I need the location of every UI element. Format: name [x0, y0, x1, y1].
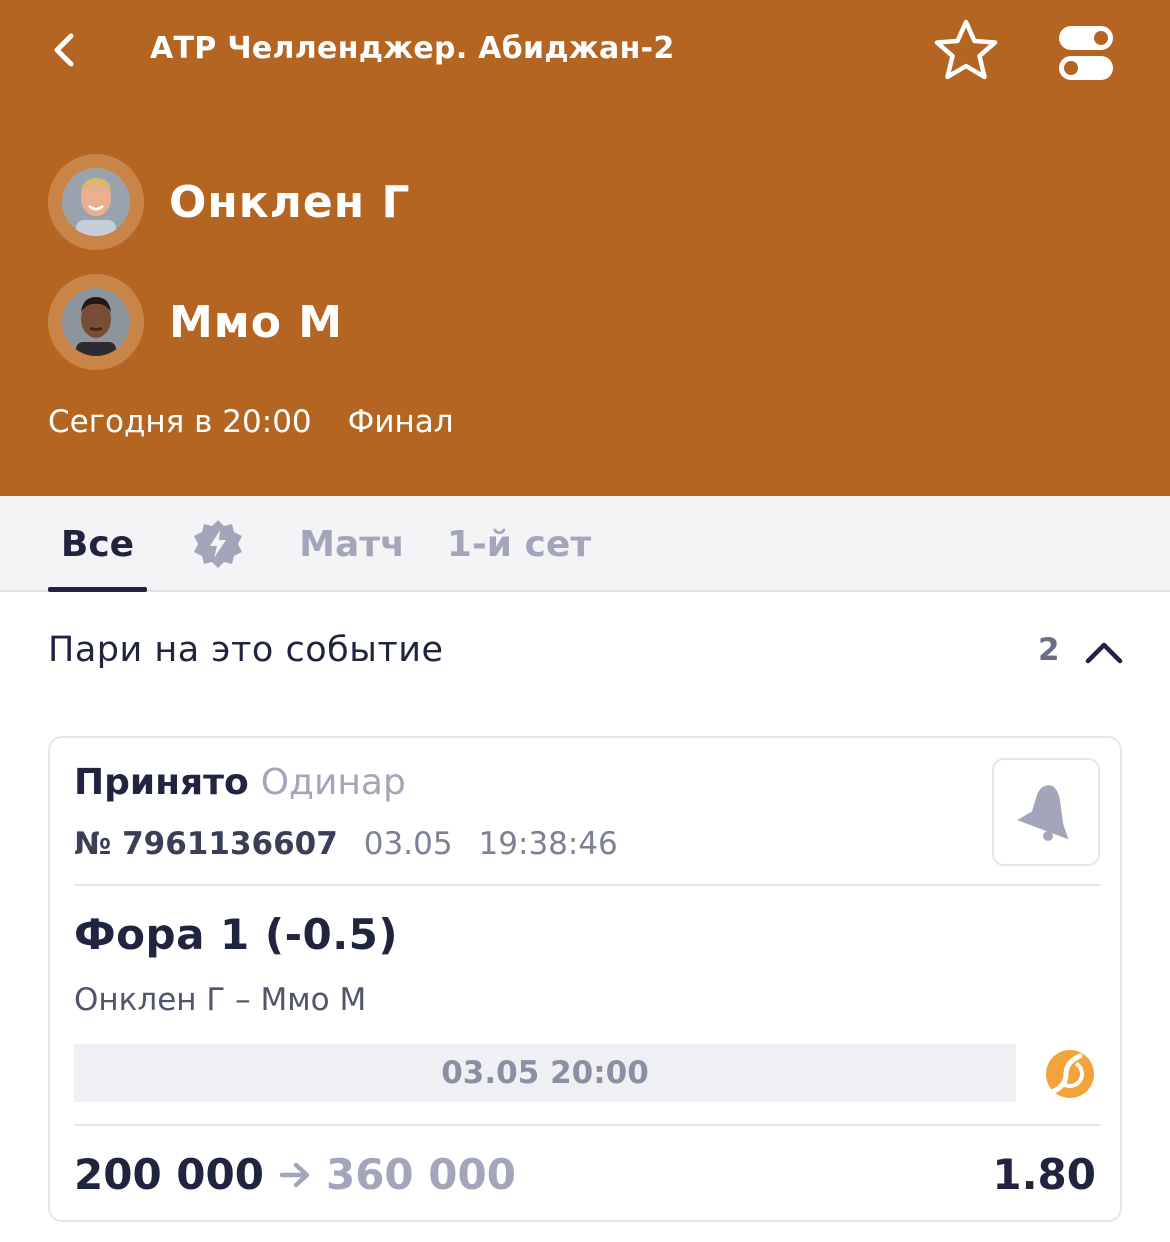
market-tabs: Все Матч 1-й сет — [0, 496, 1170, 592]
section-title: Пари на это событие — [48, 630, 444, 670]
settings-toggle-button[interactable] — [1056, 22, 1116, 84]
bet-status: Принято — [74, 762, 249, 803]
match-stage: Финал — [347, 404, 454, 440]
collapse-button[interactable] — [1082, 630, 1126, 674]
player-photo-icon — [62, 288, 130, 356]
favorite-button[interactable] — [930, 16, 1002, 84]
bet-date: 03.05 — [363, 826, 453, 862]
match-meta: Сегодня в 20:00 Финал — [48, 404, 454, 440]
lightning-badge-icon — [194, 520, 242, 568]
notification-button[interactable] — [992, 758, 1100, 866]
bet-status-line: Принято Одинар — [74, 762, 406, 803]
arrow-right-icon — [278, 1162, 312, 1188]
bets-count: 2 — [1038, 632, 1060, 668]
bet-card[interactable]: Принято Одинар № 7961136607 03.05 19:38:4… — [48, 736, 1122, 1222]
star-icon — [934, 19, 998, 80]
bet-payout: 360 000 — [325, 1150, 516, 1199]
tournament-title: АТР Челленджер. Абиджан-2 — [150, 31, 675, 66]
event-header: АТР Челленджер. Абиджан-2 Онклен Г Ммо М… — [0, 0, 1170, 496]
player-name: Ммо М — [169, 296, 344, 348]
chevron-left-icon — [54, 33, 74, 67]
player-row-away: Ммо М — [48, 274, 343, 370]
bet-info-line: № 7961136607 03.05 19:38:46 — [74, 826, 618, 862]
bet-market: Фора 1 (-0.5) — [74, 910, 399, 959]
player-photo-icon — [62, 168, 130, 236]
divider — [74, 884, 1100, 886]
bet-amounts: 200 000 360 000 — [74, 1150, 516, 1199]
chevron-up-icon — [1085, 642, 1123, 664]
player-row-home: Онклен Г — [48, 154, 411, 250]
bet-number: № 7961136607 — [74, 826, 338, 862]
back-button[interactable] — [36, 22, 92, 78]
match-start-time: Сегодня в 20:00 — [48, 404, 312, 440]
bet-odds: 1.80 — [992, 1150, 1096, 1199]
avatar — [48, 274, 144, 370]
tennis-ball-icon — [1046, 1050, 1094, 1098]
divider — [74, 1124, 1100, 1126]
bet-event-datetime: 03.05 20:00 — [74, 1044, 1016, 1102]
bet-stake: 200 000 — [74, 1150, 264, 1199]
toggles-icon — [1059, 26, 1113, 80]
tab-match[interactable]: Матч — [296, 496, 408, 592]
avatar — [48, 154, 144, 250]
bet-type: Одинар — [260, 762, 406, 803]
tab-first-set[interactable]: 1-й сет — [440, 496, 598, 592]
tab-fast-bets[interactable] — [188, 496, 248, 592]
tab-all[interactable]: Все — [48, 496, 147, 592]
bell-icon — [1017, 785, 1069, 841]
bet-event-name: Онклен Г – Ммо М — [74, 982, 367, 1018]
player-name: Онклен Г — [169, 176, 411, 228]
bet-time: 19:38:46 — [478, 826, 618, 862]
